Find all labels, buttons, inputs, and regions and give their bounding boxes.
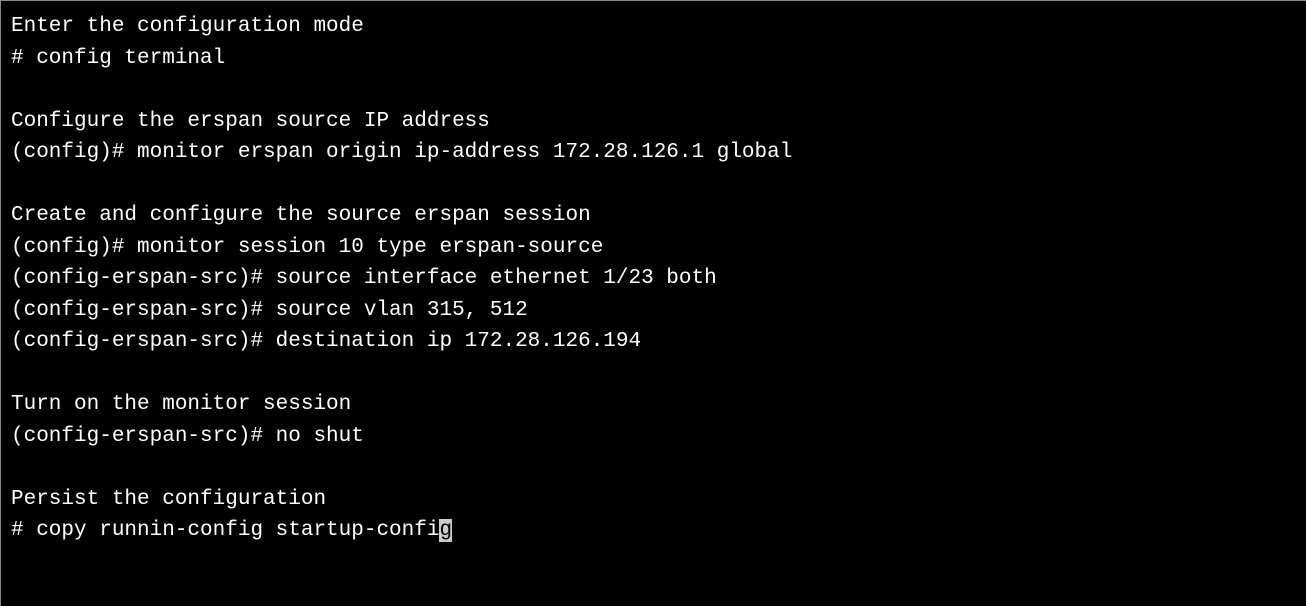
blank-line [11, 452, 1296, 484]
terminal-line: Enter the configuration mode [11, 11, 1296, 43]
terminal-line: (config-erspan-src)# destination ip 172.… [11, 326, 1296, 358]
blank-line [11, 169, 1296, 201]
terminal-line: (config-erspan-src)# source interface et… [11, 263, 1296, 295]
terminal-input-line[interactable]: # copy runnin-config startup-config [11, 515, 1296, 547]
blank-line [11, 74, 1296, 106]
terminal-line: (config-erspan-src)# no shut [11, 421, 1296, 453]
terminal-input-text: # copy runnin-config startup-confi [11, 519, 439, 542]
terminal-line: Turn on the monitor session [11, 389, 1296, 421]
terminal-line: (config)# monitor erspan origin ip-addre… [11, 137, 1296, 169]
blank-line [11, 358, 1296, 390]
terminal-line: # config terminal [11, 43, 1296, 75]
terminal-line: Persist the configuration [11, 484, 1296, 516]
terminal-line: (config)# monitor session 10 type erspan… [11, 232, 1296, 264]
terminal-line: (config-erspan-src)# source vlan 315, 51… [11, 295, 1296, 327]
terminal-window[interactable]: Enter the configuration mode# config ter… [11, 11, 1296, 547]
terminal-line: Configure the erspan source IP address [11, 106, 1296, 138]
terminal-line: Create and configure the source erspan s… [11, 200, 1296, 232]
terminal-cursor: g [439, 519, 452, 542]
